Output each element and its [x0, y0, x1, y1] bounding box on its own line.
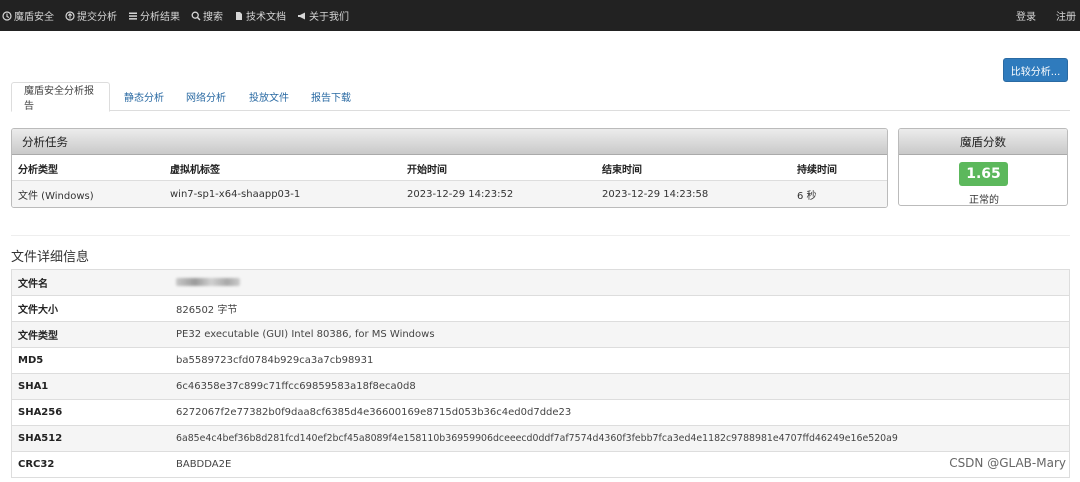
report-tabs: 魔盾安全分析报告 静态分析 网络分析 投放文件 报告下载	[11, 82, 1070, 112]
file-type-value: PE32 executable (GUI) Intel 80386, for M…	[176, 329, 435, 340]
detail-key: MD5	[18, 355, 44, 366]
detail-key: 文件名	[18, 279, 48, 290]
detail-key: SHA512	[18, 433, 63, 444]
table-row: SHA1 6c46358e37c899c71ffcc69859583a18f8e…	[12, 374, 1069, 400]
megaphone-icon	[297, 11, 307, 21]
nav-label: 关于我们	[309, 12, 349, 23]
table-row: 文件类型 PE32 executable (GUI) Intel 80386, …	[12, 322, 1069, 348]
redacted-filename	[176, 278, 240, 286]
nav-item-results[interactable]: 分析结果	[125, 0, 188, 31]
list-icon	[128, 11, 138, 21]
analysis-task-panel: 分析任务 分析类型 虚拟机标签 开始时间 结束时间 持续时间 文件 (Windo…	[11, 128, 888, 208]
table-row: 文件大小 826502 字节	[12, 296, 1069, 322]
nav-item-docs[interactable]: 技术文档	[231, 0, 294, 31]
detail-key: 文件大小	[18, 305, 58, 316]
panel-title: 分析任务	[12, 129, 887, 155]
file-details-table: 文件名 文件大小 826502 字节 文件类型 PE32 executable …	[11, 269, 1070, 478]
nav-label: 搜索	[203, 12, 223, 23]
table-row: SHA512 6a85e4c4bef36b8d281fcd140ef2bcf45…	[12, 426, 1069, 452]
document-icon	[234, 11, 244, 21]
nav-label: 技术文档	[246, 12, 286, 23]
nav-label: 分析结果	[140, 12, 180, 23]
shield-icon	[2, 10, 12, 21]
tab-report-download[interactable]: 报告下载	[299, 82, 363, 111]
detail-key: CRC32	[18, 459, 55, 470]
top-navbar: 魔盾安全 提交分析 分析结果 搜索 技术文档 关于我们 登录 注册	[0, 0, 1080, 31]
table-row: MD5 ba5589723cfd0784b929ca3a7cb98931	[12, 348, 1069, 374]
table-row: CRC32 BABDDA2E	[12, 452, 1069, 478]
vm-label: win7-sp1-x64-shaapp03-1	[170, 188, 301, 200]
register-link[interactable]: 注册	[1040, 0, 1080, 31]
nav-item-brand[interactable]: 魔盾安全	[0, 0, 62, 31]
end-time: 2023-12-29 14:23:58	[602, 188, 709, 200]
column-header: 结束时间	[602, 164, 642, 176]
column-header: 分析类型	[18, 164, 58, 176]
tab-network-analysis[interactable]: 网络分析	[174, 82, 238, 111]
table-row: 文件名	[12, 270, 1069, 296]
column-header: 开始时间	[407, 164, 447, 176]
tab-dropped-files[interactable]: 投放文件	[237, 82, 301, 111]
section-title: 文件详细信息	[11, 250, 90, 265]
tab-static-analysis[interactable]: 静态分析	[112, 82, 176, 111]
score-panel: 魔盾分数 1.65 正常的	[898, 128, 1068, 206]
nav-item-search[interactable]: 搜索	[188, 0, 231, 31]
watermark: CSDN @GLAB-Mary	[949, 456, 1066, 470]
table-row: 文件 (Windows) win7-sp1-x64-shaapp03-1 202…	[12, 181, 887, 207]
detail-key: 文件类型	[18, 331, 58, 342]
nav-label: 魔盾安全	[14, 12, 54, 23]
compare-analysis-button[interactable]: 比较分析...	[1003, 58, 1068, 82]
score-badge: 1.65	[959, 162, 1008, 186]
task-table-header: 分析类型 虚拟机标签 开始时间 结束时间 持续时间	[12, 155, 887, 181]
start-time: 2023-12-29 14:23:52	[407, 188, 514, 200]
sha512-value: 6a85e4c4bef36b8d281fcd140ef2bcf45a8089f4…	[176, 433, 898, 444]
detail-key: SHA1	[18, 381, 49, 392]
column-header: 持续时间	[797, 164, 837, 176]
upload-circle-icon	[65, 10, 75, 21]
crc32-value: BABDDA2E	[176, 459, 232, 470]
nav-label: 提交分析	[77, 12, 117, 23]
nav-account: 登录 注册	[1000, 0, 1080, 31]
divider	[11, 235, 1070, 236]
score-verdict: 正常的	[969, 195, 999, 206]
column-header: 虚拟机标签	[170, 164, 220, 176]
sha256-value: 6272067f2e77382b0f9daa8cf6385d4e36600169…	[176, 407, 572, 418]
tab-report[interactable]: 魔盾安全分析报告	[11, 82, 110, 112]
nav-item-about[interactable]: 关于我们	[294, 0, 357, 31]
search-icon	[191, 11, 201, 21]
detail-key: SHA256	[18, 407, 63, 418]
duration: 6 秒	[797, 190, 817, 202]
panel-title: 魔盾分数	[899, 129, 1067, 155]
table-row: SHA256 6272067f2e77382b0f9daa8cf6385d4e3…	[12, 400, 1069, 426]
file-name-value	[176, 277, 240, 288]
analysis-type: 文件 (Windows)	[18, 190, 94, 202]
nav-item-submit[interactable]: 提交分析	[62, 0, 125, 31]
file-size-value: 826502 字节	[176, 305, 238, 316]
sha1-value: 6c46358e37c899c71ffcc69859583a18f8eca0d8	[176, 381, 416, 392]
md5-value: ba5589723cfd0784b929ca3a7cb98931	[176, 355, 374, 366]
login-link[interactable]: 登录	[1000, 0, 1040, 31]
